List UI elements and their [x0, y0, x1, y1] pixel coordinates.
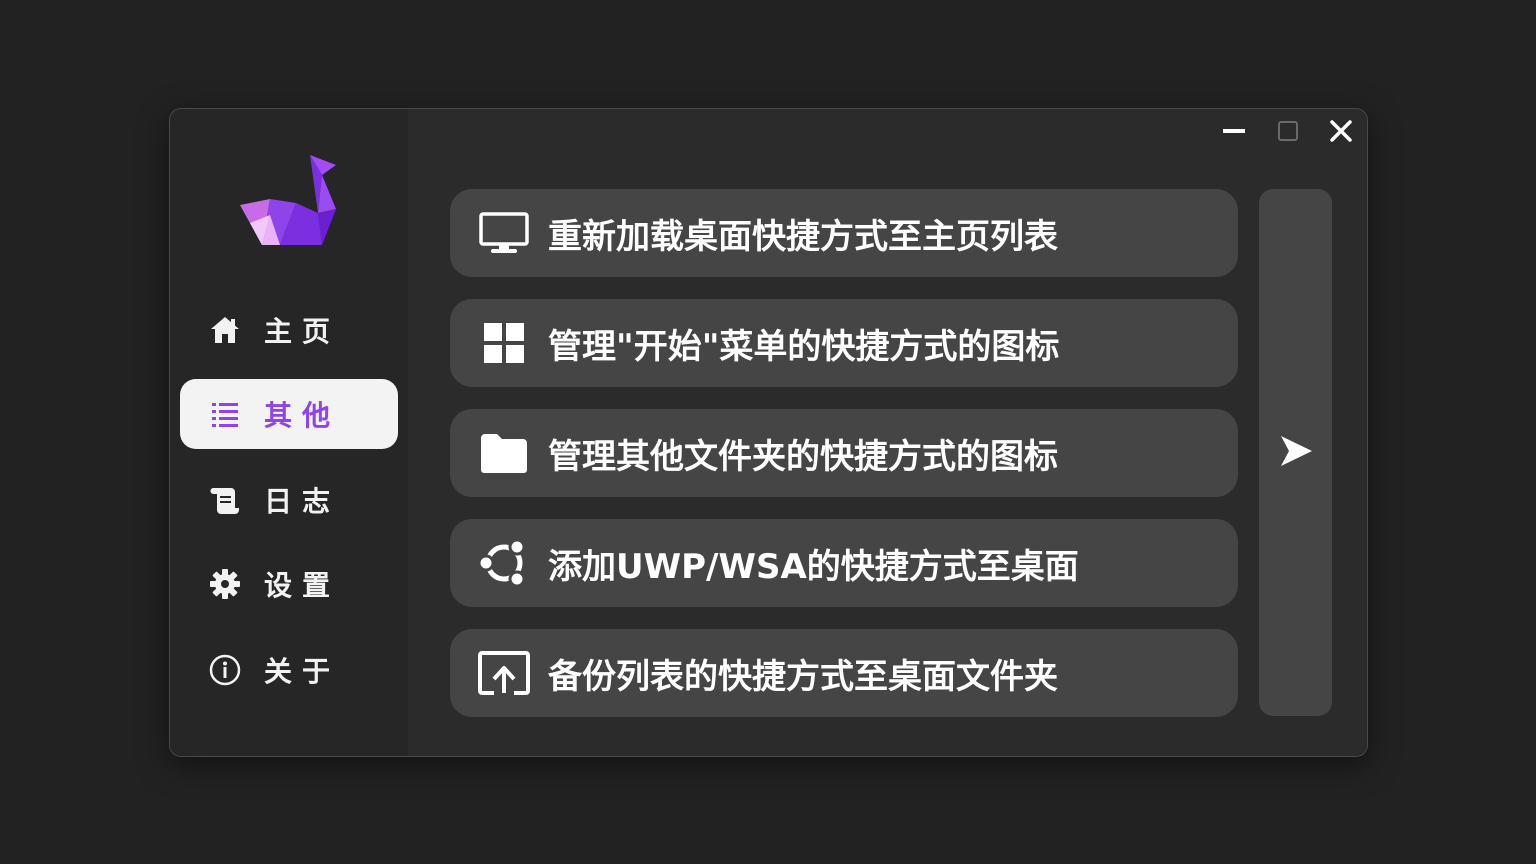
origami-swan-logo: [240, 153, 336, 249]
windows-start-icon: [478, 317, 530, 369]
sidebar-item-home[interactable]: 主页: [180, 295, 398, 365]
action-label: 添加UWP/WSA的快捷方式至桌面: [548, 546, 1079, 587]
send-arrow-icon: [1278, 433, 1314, 473]
sidebar: 主页 其他 日志 设置 关于: [170, 109, 408, 756]
app-window: 主页 其他 日志 设置 关于 重新加载桌面快捷方式至主页列表 管理"开始"菜单的…: [169, 108, 1368, 757]
close-icon: [1329, 119, 1353, 147]
sidebar-item-other[interactable]: 其他: [180, 379, 398, 449]
sidebar-item-about[interactable]: 关于: [180, 635, 398, 705]
home-icon: [208, 313, 242, 347]
sidebar-item-label: 其他: [264, 399, 341, 432]
info-icon: [208, 653, 242, 687]
manage-start-menu-icons-button[interactable]: 管理"开始"菜单的快捷方式的图标: [450, 299, 1238, 387]
maximize-button[interactable]: [1268, 115, 1308, 151]
minimize-icon: [1223, 120, 1245, 146]
action-label: 管理其他文件夹的快捷方式的图标: [548, 436, 1058, 477]
minimize-button[interactable]: [1214, 115, 1254, 151]
folder-icon: [478, 427, 530, 479]
sidebar-item-label: 主页: [264, 315, 341, 348]
sidebar-item-label: 设置: [264, 569, 341, 602]
action-label: 管理"开始"菜单的快捷方式的图标: [548, 326, 1060, 367]
action-label: 重新加载桌面快捷方式至主页列表: [548, 216, 1058, 257]
upload-screen-icon: [478, 647, 530, 699]
sidebar-item-log[interactable]: 日志: [180, 465, 398, 535]
reload-desktop-shortcuts-button[interactable]: 重新加载桌面快捷方式至主页列表: [450, 189, 1238, 277]
scroll-icon: [208, 483, 242, 517]
monitor-icon: [478, 207, 530, 259]
main-panel: 重新加载桌面快捷方式至主页列表 管理"开始"菜单的快捷方式的图标 管理其他文件夹…: [408, 109, 1367, 756]
go-button[interactable]: [1259, 189, 1332, 716]
add-uwp-wsa-shortcuts-button[interactable]: 添加UWP/WSA的快捷方式至桌面: [450, 519, 1238, 607]
manage-other-folder-icons-button[interactable]: 管理其他文件夹的快捷方式的图标: [450, 409, 1238, 497]
close-button[interactable]: [1321, 115, 1361, 151]
sidebar-item-label: 关于: [264, 655, 341, 688]
sidebar-item-label: 日志: [264, 485, 341, 518]
sidebar-item-settings[interactable]: 设置: [180, 549, 398, 619]
backup-shortcuts-button[interactable]: 备份列表的快捷方式至桌面文件夹: [450, 629, 1238, 717]
ubuntu-icon: [478, 537, 530, 589]
maximize-icon: [1277, 120, 1299, 146]
list-icon: [208, 397, 242, 431]
action-label: 备份列表的快捷方式至桌面文件夹: [548, 656, 1058, 697]
gear-icon: [208, 567, 242, 601]
